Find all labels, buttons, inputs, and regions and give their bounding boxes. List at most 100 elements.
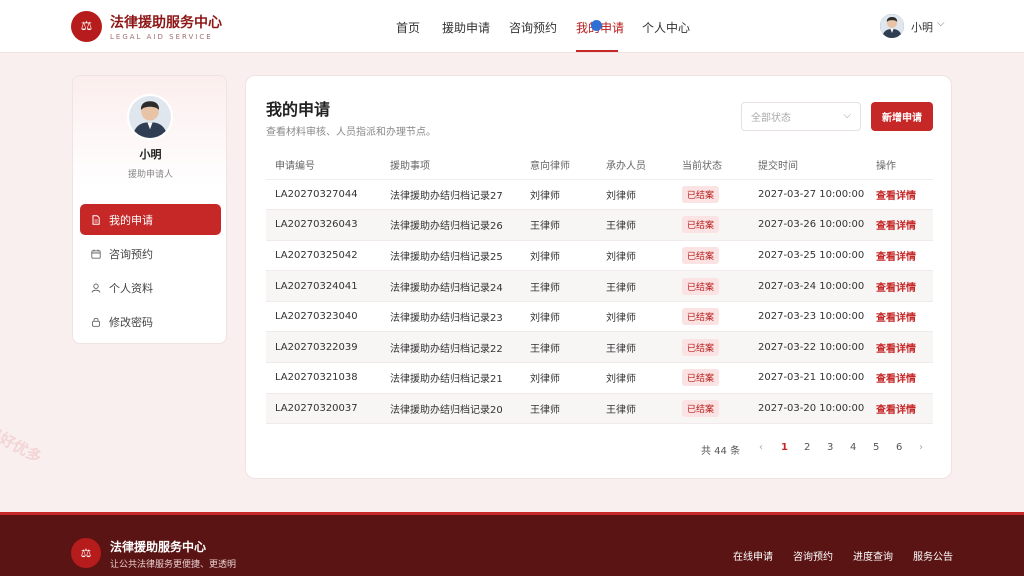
- table-cell: 查看详情: [867, 393, 933, 425]
- page-link[interactable]: 2: [804, 442, 810, 453]
- view-detail-link[interactable]: 查看详情: [876, 374, 916, 385]
- page-link[interactable]: 5: [873, 442, 879, 453]
- submit-time: 2027-03-25 10:00:00: [758, 249, 865, 261]
- view-detail-link[interactable]: 查看详情: [876, 191, 916, 202]
- application-id: LA20270325042: [275, 249, 358, 261]
- user-name[interactable]: 小明: [911, 19, 933, 35]
- main-nav: 首页 援助申请 咨询预约 我的申请 个人中心: [0, 0, 1024, 53]
- application-id: LA20270324041: [275, 280, 358, 292]
- view-detail-link[interactable]: 查看详情: [876, 221, 916, 232]
- table-cell: 2027-03-27 10:00:00: [749, 179, 867, 211]
- total-count: 共 44 条: [701, 446, 741, 457]
- table-cell: 已结案: [673, 362, 749, 394]
- table-header-row: 申请编号 援助事项 意向律师 承办人员 当前状态 提交时间 操作: [266, 151, 933, 180]
- prev-page-icon[interactable]: ‹: [759, 442, 763, 453]
- view-detail-link[interactable]: 查看详情: [876, 344, 916, 355]
- status-badge: 已结案: [682, 338, 720, 356]
- preferred-lawyer: 刘律师: [530, 374, 560, 386]
- table-cell: 已结案: [673, 179, 749, 211]
- person-icon: [880, 14, 904, 38]
- user-icon: [91, 283, 101, 293]
- page-link[interactable]: 6: [896, 442, 902, 453]
- application-id: LA20270323040: [275, 311, 358, 323]
- preferred-lawyer: 王律师: [530, 404, 560, 416]
- view-detail-link[interactable]: 查看详情: [876, 283, 916, 294]
- site-footer: ⚖ 法律援助服务中心 让公共法律服务更便捷、更透明 在线申请 咨询预约 进度查询…: [0, 512, 1024, 576]
- column-header: 申请编号: [266, 151, 381, 180]
- table-cell: 已结案: [673, 240, 749, 272]
- new-application-button[interactable]: 新增申请: [871, 102, 933, 131]
- table-cell: 王律师: [597, 331, 673, 364]
- sidebar-item-label: 我的申请: [109, 213, 153, 227]
- view-detail-link[interactable]: 查看详情: [876, 405, 916, 416]
- user-avatar[interactable]: [880, 14, 904, 38]
- submit-time: 2027-03-22 10:00:00: [758, 341, 865, 353]
- handler: 王律师: [606, 343, 636, 355]
- table-cell: 查看详情: [867, 331, 933, 364]
- page-link[interactable]: 1: [781, 442, 788, 453]
- page-link[interactable]: 4: [850, 442, 856, 453]
- status-badge: 已结案: [682, 308, 720, 326]
- table-cell: 法律援助办结归档记录24: [381, 270, 521, 302]
- table-cell: LA20270323040: [266, 301, 381, 333]
- submit-time: 2027-03-24 10:00:00: [758, 280, 865, 292]
- applications-table: 申请编号 援助事项 意向律师 承办人员 当前状态 提交时间 操作 LA20270…: [266, 151, 933, 425]
- status-badge: 已结案: [682, 399, 720, 417]
- next-page-icon[interactable]: ›: [919, 442, 923, 453]
- aid-matter: 法律援助办结归档记录24: [390, 282, 503, 294]
- sidebar-item-consult[interactable]: 咨询预约: [80, 238, 221, 269]
- nav-active-indicator: [576, 50, 618, 52]
- profile-sidebar: 小明 援助申请人 我的申请 咨询预约 个人资料 修改密码: [72, 75, 227, 344]
- sidebar-item-change-password[interactable]: 修改密码: [80, 306, 221, 337]
- table-cell: 查看详情: [867, 179, 933, 211]
- chevron-down-icon[interactable]: ⌵: [937, 18, 945, 29]
- footer-link-apply[interactable]: 在线申请: [733, 548, 773, 563]
- handler: 刘律师: [606, 251, 636, 263]
- table-cell: 已结案: [673, 393, 749, 425]
- aid-matter: 法律援助办结归档记录22: [390, 343, 503, 355]
- sidebar-item-profile[interactable]: 个人资料: [80, 272, 221, 303]
- lock-icon: [91, 317, 101, 327]
- nav-home[interactable]: 首页: [396, 19, 420, 36]
- preferred-lawyer: 王律师: [530, 221, 560, 233]
- handler: 王律师: [606, 404, 636, 416]
- table-cell: LA20270320037: [266, 393, 381, 425]
- table-cell: 2027-03-22 10:00:00: [749, 331, 867, 364]
- chevron-down-icon: ⌵: [843, 110, 851, 121]
- preferred-lawyer: 刘律师: [530, 251, 560, 263]
- status-badge: 已结案: [682, 369, 720, 387]
- applications-panel: 我的申请 查看材料审核、人员指派和办理节点。 全部状态 ⌵ 新增申请 申请编号 …: [245, 75, 952, 479]
- table-cell: 刘律师: [521, 240, 597, 272]
- handler: 刘律师: [606, 374, 636, 386]
- table-cell: 已结案: [673, 301, 749, 333]
- view-detail-link[interactable]: 查看详情: [876, 252, 916, 263]
- aid-matter: 法律援助办结归档记录27: [390, 190, 503, 202]
- footer-title: 法律援助服务中心: [110, 540, 207, 554]
- status-filter-select[interactable]: 全部状态 ⌵: [741, 102, 861, 131]
- nav-aid-apply[interactable]: 援助申请: [442, 19, 490, 36]
- submit-time: 2027-03-26 10:00:00: [758, 219, 865, 231]
- table-cell: 2027-03-21 10:00:00: [749, 362, 867, 394]
- table-cell: 2027-03-20 10:00:00: [749, 393, 867, 425]
- footer-link-consult[interactable]: 咨询预约: [793, 548, 833, 563]
- aid-matter: 法律援助办结归档记录20: [390, 404, 503, 416]
- nav-consult[interactable]: 咨询预约: [509, 19, 557, 36]
- sidebar-avatar: [127, 94, 173, 140]
- footer-link-progress[interactable]: 进度查询: [853, 548, 893, 563]
- page-link[interactable]: 3: [827, 442, 833, 453]
- table-cell: 法律援助办结归档记录21: [381, 362, 521, 394]
- application-id: LA20270321038: [275, 372, 358, 384]
- footer-link-notices[interactable]: 服务公告: [913, 548, 953, 563]
- sidebar-user-name: 小明: [139, 148, 162, 161]
- sidebar-item-label: 咨询预约: [109, 247, 153, 261]
- nav-personal-center[interactable]: 个人中心: [642, 19, 690, 36]
- sidebar-item-my-applications[interactable]: 我的申请: [80, 204, 221, 235]
- view-detail-link[interactable]: 查看详情: [876, 313, 916, 324]
- table-cell: LA20270324041: [266, 270, 381, 302]
- scales-icon: ⚖: [71, 538, 101, 568]
- table-cell: 法律援助办结归档记录26: [381, 209, 521, 241]
- table-cell: 刘律师: [597, 240, 673, 272]
- status-badge: 已结案: [682, 246, 720, 264]
- application-id: LA20270320037: [275, 402, 358, 414]
- aid-matter: 法律援助办结归档记录21: [390, 374, 503, 386]
